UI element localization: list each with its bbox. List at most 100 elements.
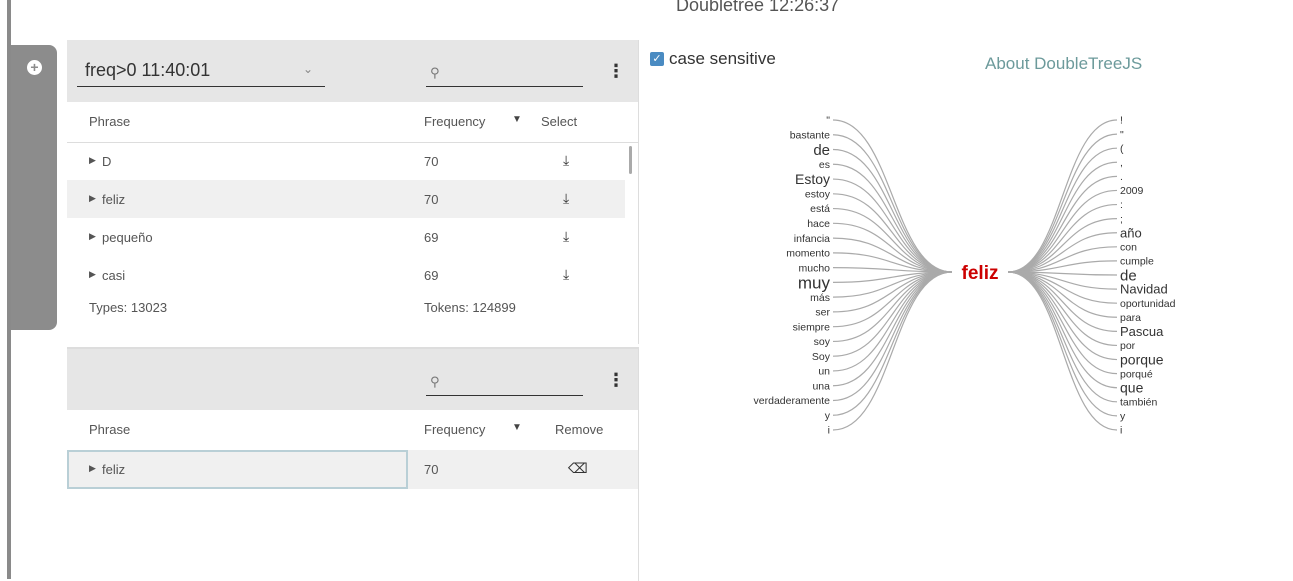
column-phrase[interactable]: Phrase — [89, 422, 130, 437]
right-word[interactable]: . — [1120, 171, 1123, 183]
left-word[interactable]: hace — [807, 218, 830, 230]
app-title: Doubletree 12:26:37 — [676, 0, 840, 15]
select-download-icon[interactable]: ⤓ — [563, 152, 569, 169]
more-options-icon[interactable]: ⋮ — [607, 367, 625, 393]
right-word[interactable]: oportunidad — [1120, 298, 1176, 310]
left-word[interactable]: momento — [786, 248, 830, 260]
search-input[interactable]: ⚲ — [426, 367, 583, 396]
tokens-count: Tokens: 124899 — [424, 300, 516, 315]
tree-link — [832, 271, 953, 387]
right-word[interactable]: con — [1120, 241, 1137, 253]
left-word[interactable]: y — [825, 410, 831, 422]
frequency-cell: 69 — [424, 268, 439, 283]
plus-circle-icon[interactable]: + — [27, 60, 42, 75]
left-word[interactable]: muy — [798, 273, 831, 292]
table-header: Phrase Frequency ▼ Select — [67, 102, 638, 143]
eraser-icon[interactable]: ⌫ — [568, 460, 588, 477]
left-word[interactable]: un — [818, 366, 830, 378]
right-word[interactable]: para — [1120, 312, 1141, 324]
right-word[interactable]: , — [1120, 157, 1123, 169]
table-scrollbar[interactable] — [629, 146, 632, 174]
sort-desc-icon[interactable]: ▼ — [512, 114, 522, 125]
right-word[interactable]: ! — [1120, 115, 1123, 127]
expand-icon[interactable]: ▶ — [89, 193, 96, 204]
right-word[interactable]: 2009 — [1120, 185, 1144, 197]
tree-link — [1007, 133, 1118, 273]
right-word[interactable]: Pascua — [1120, 324, 1164, 339]
right-word[interactable]: ( — [1120, 143, 1124, 155]
expand-icon[interactable]: ▶ — [89, 269, 96, 280]
left-word[interactable]: siempre — [793, 321, 831, 333]
tree-link — [832, 271, 953, 416]
table-row[interactable]: ▶ pequeño 69 ⤓ — [67, 218, 625, 256]
table-row[interactable]: ▶ D 70 ⤓ — [67, 142, 625, 180]
right-word[interactable]: también — [1120, 396, 1158, 408]
left-word[interactable]: una — [812, 380, 830, 392]
dropdown-value: freq>0 11:40:01 — [85, 60, 211, 80]
phrase-cell: D — [102, 154, 112, 169]
doubletree-graph: " bastantedeesEstoyestoy está hace infancia m… — [754, 115, 1176, 437]
left-word[interactable]: es — [819, 159, 830, 171]
table-row[interactable]: ▶ casi 69 ⤓ — [67, 256, 625, 294]
column-frequency[interactable]: Frequency — [424, 114, 485, 129]
left-word[interactable]: está — [810, 203, 830, 215]
select-download-icon[interactable]: ⤓ — [563, 266, 569, 283]
right-word[interactable]: año — [1120, 225, 1142, 240]
select-download-icon[interactable]: ⤓ — [563, 228, 569, 245]
selection-panel: ⚲ ⋮ Phrase Frequency ▼ Remove ▶ feliz 70… — [67, 347, 639, 581]
left-word[interactable]: i — [828, 425, 830, 437]
left-word[interactable]: " — [826, 115, 830, 127]
right-word[interactable]: ; — [1120, 213, 1123, 225]
phrase-cell: pequeño — [102, 230, 153, 245]
types-count: Types: 13023 — [89, 300, 168, 315]
select-download-icon[interactable]: ⤓ — [563, 190, 569, 207]
tree-link — [832, 134, 953, 273]
tree-link — [1007, 271, 1118, 417]
table-header: Phrase Frequency ▼ Remove — [67, 410, 638, 451]
left-word[interactable]: estoy — [805, 188, 831, 200]
tree-link — [1007, 271, 1118, 431]
corpus-dropdown[interactable]: freq>0 11:40:01 ⌄ — [77, 58, 325, 87]
tree-link — [832, 193, 953, 273]
search-input[interactable]: ⚲ — [426, 58, 583, 87]
right-word[interactable]: cumple — [1120, 256, 1154, 268]
right-word[interactable]: " — [1120, 129, 1124, 141]
more-options-icon[interactable]: ⋮ — [607, 58, 625, 84]
left-word[interactable]: ser — [815, 307, 830, 319]
right-word[interactable]: por — [1120, 340, 1136, 352]
frequency-cell: 70 — [424, 192, 439, 207]
sort-desc-icon[interactable]: ▼ — [512, 422, 522, 433]
right-word[interactable]: porqué — [1120, 368, 1153, 380]
left-word[interactable]: Estoy — [795, 171, 830, 187]
table-row[interactable]: ▶ feliz 70 ⤓ — [67, 180, 625, 218]
left-word[interactable]: verdaderamente — [754, 395, 831, 407]
column-select: Select — [541, 114, 578, 129]
about-link[interactable]: About DoubleTreeJS — [985, 54, 1142, 74]
right-word[interactable]: y — [1120, 411, 1126, 423]
center-word[interactable]: feliz — [962, 263, 999, 284]
left-word[interactable]: bastante — [790, 129, 830, 141]
left-word[interactable]: más — [810, 292, 830, 304]
expand-icon[interactable]: ▶ — [89, 155, 96, 166]
left-word[interactable]: soy — [814, 336, 831, 348]
right-word[interactable]: porque — [1120, 351, 1164, 367]
right-word[interactable]: i — [1120, 425, 1122, 437]
selection-toolbar: ⚲ ⋮ — [67, 349, 638, 410]
case-sensitive-checkbox[interactable]: ✓ — [650, 52, 664, 66]
left-word[interactable]: de — [813, 142, 830, 159]
table-row[interactable]: ▶ feliz 70 ⌫ — [67, 450, 638, 489]
expand-icon[interactable]: ▶ — [89, 231, 96, 242]
expand-icon[interactable]: ▶ — [89, 463, 96, 474]
phrase-cell: feliz — [102, 462, 126, 477]
right-word[interactable]: Navidad — [1120, 282, 1168, 297]
left-word[interactable]: Soy — [812, 351, 831, 363]
tree-link — [832, 271, 953, 328]
right-word[interactable]: : — [1120, 199, 1123, 211]
column-frequency[interactable]: Frequency — [424, 422, 485, 437]
right-word[interactable]: que — [1120, 380, 1144, 396]
left-word[interactable]: infancia — [794, 233, 830, 245]
column-phrase[interactable]: Phrase — [89, 114, 130, 129]
case-sensitive-label: case sensitive — [669, 49, 776, 68]
frequency-cell: 69 — [424, 230, 439, 245]
doubletree-view: ✓ case sensitive About DoubleTreeJS " bas… — [640, 40, 1293, 579]
